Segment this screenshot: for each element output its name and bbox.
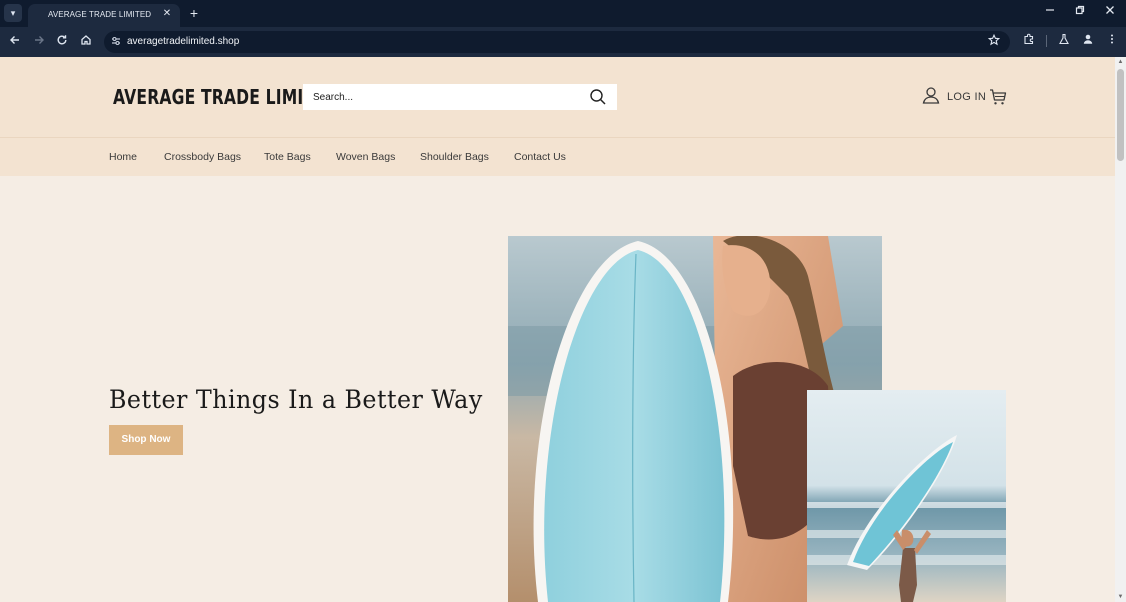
main-navigation: Home Crossbody Bags Tote Bags Woven Bags… [0, 137, 1115, 176]
nav-item-contact-us[interactable]: Contact Us [514, 151, 566, 163]
toolbar-divider [1046, 35, 1047, 47]
search-input[interactable] [303, 84, 583, 110]
forward-icon[interactable] [30, 33, 48, 51]
site-info-icon[interactable] [109, 35, 123, 49]
nav-item-home[interactable]: Home [109, 151, 137, 163]
tab-title: AVERAGE TRADE LIMITED [48, 10, 152, 19]
new-tab-icon[interactable]: + [186, 5, 202, 21]
user-icon [922, 86, 940, 109]
login-label: LOG IN [947, 91, 987, 103]
minimize-icon[interactable] [1040, 4, 1060, 22]
address-bar[interactable]: averagetradelimited.shop [104, 31, 1010, 53]
nav-item-shoulder-bags[interactable]: Shoulder Bags [420, 151, 489, 163]
browser-tab[interactable]: AVERAGE TRADE LIMITED ✕ [28, 4, 180, 27]
shop-now-button[interactable]: Shop Now [109, 425, 183, 455]
login-link[interactable]: LOG IN [922, 86, 987, 109]
scroll-up-icon[interactable]: ▲ [1115, 57, 1126, 67]
scroll-thumb[interactable] [1117, 69, 1124, 161]
secondary-image-beach [807, 390, 1006, 602]
tab-close-icon[interactable]: ✕ [160, 7, 174, 21]
extensions-icon[interactable] [1020, 33, 1038, 51]
hero-heading: Better Things In a Better Way [109, 385, 483, 414]
nav-item-woven-bags[interactable]: Woven Bags [336, 151, 395, 163]
tab-search-icon[interactable]: ▾ [4, 4, 22, 22]
star-icon[interactable] [986, 33, 1002, 50]
page-scrollbar[interactable]: ▲ ▼ [1115, 57, 1126, 602]
menu-icon[interactable] [1103, 33, 1121, 51]
profile-icon[interactable] [1079, 33, 1097, 51]
restore-icon[interactable] [1070, 4, 1090, 22]
back-icon[interactable] [6, 33, 24, 51]
webpage: AVERAGE TRADE LIMITED LOG IN Home Crossb… [0, 57, 1115, 602]
close-window-icon[interactable] [1100, 4, 1120, 22]
browser-tab-strip: ▾ AVERAGE TRADE LIMITED ✕ + [0, 0, 1126, 27]
browser-toolbar: averagetradelimited.shop [0, 27, 1126, 57]
nav-item-crossbody-bags[interactable]: Crossbody Bags [164, 151, 241, 163]
scroll-down-icon[interactable]: ▼ [1115, 592, 1126, 602]
cart-icon[interactable] [989, 88, 1007, 106]
url-text: averagetradelimited.shop [127, 36, 240, 47]
reload-icon[interactable] [53, 33, 71, 51]
home-icon[interactable] [77, 33, 95, 51]
search-box [303, 84, 617, 110]
site-header: AVERAGE TRADE LIMITED LOG IN [0, 57, 1115, 137]
search-icon[interactable] [589, 88, 607, 106]
nav-item-tote-bags[interactable]: Tote Bags [264, 151, 311, 163]
labs-icon[interactable] [1055, 33, 1073, 51]
